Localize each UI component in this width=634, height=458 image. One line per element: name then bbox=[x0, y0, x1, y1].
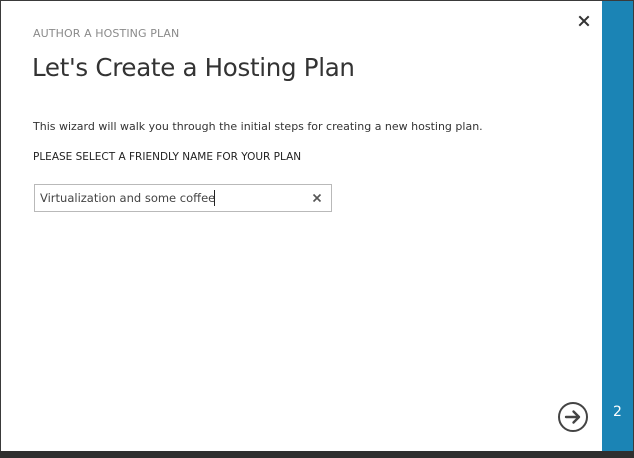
step-indicator: 2 bbox=[613, 404, 622, 420]
wizard-dialog: AUTHOR A HOSTING PLAN Let's Create a Hos… bbox=[1, 1, 602, 451]
wizard-step-rail bbox=[602, 1, 633, 451]
plan-name-input[interactable] bbox=[35, 185, 305, 211]
window-bottom-edge bbox=[0, 451, 634, 458]
text-caret bbox=[214, 190, 215, 206]
dialog-eyebrow: AUTHOR A HOSTING PLAN bbox=[33, 27, 180, 40]
arrow-right-circle-icon bbox=[558, 402, 588, 432]
close-button[interactable] bbox=[576, 13, 592, 29]
next-button[interactable] bbox=[557, 401, 589, 433]
clear-icon bbox=[312, 193, 322, 203]
clear-input-button[interactable] bbox=[311, 192, 323, 204]
plan-name-label: PLEASE SELECT A FRIENDLY NAME FOR YOUR P… bbox=[33, 151, 302, 163]
wizard-window: AUTHOR A HOSTING PLAN Let's Create a Hos… bbox=[0, 0, 634, 458]
plan-name-field bbox=[34, 184, 332, 212]
page-title: Let's Create a Hosting Plan bbox=[32, 53, 355, 82]
close-icon bbox=[578, 15, 590, 27]
wizard-description: This wizard will walk you through the in… bbox=[33, 120, 483, 133]
